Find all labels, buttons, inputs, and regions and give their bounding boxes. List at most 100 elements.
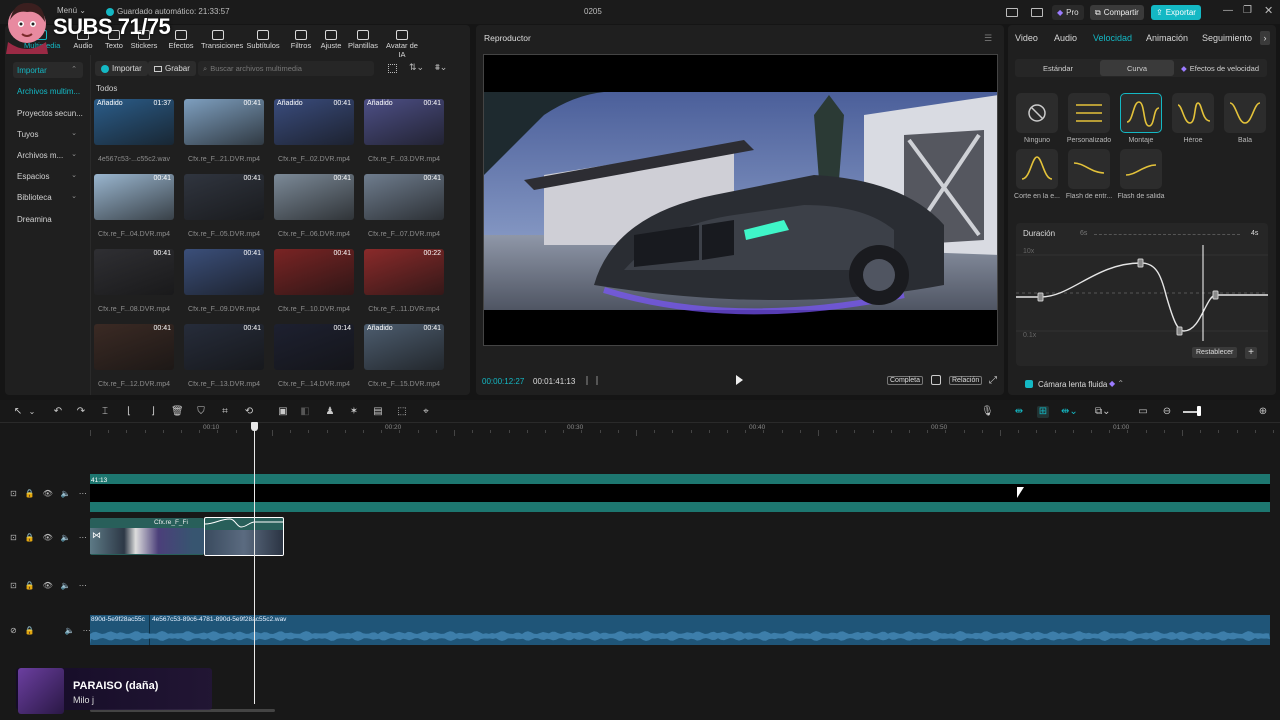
undo-icon[interactable]: ↶ — [52, 406, 64, 418]
sort-icon[interactable]: ⇅⌄ — [409, 62, 424, 73]
speed-icon[interactable]: ⟲ — [243, 406, 255, 418]
media-item[interactable]: 00:14 — [274, 324, 354, 370]
captions-toggle-icon[interactable]: ▭ — [1137, 406, 1149, 418]
redo-icon[interactable]: ↷ — [75, 406, 87, 418]
preview-axis-icon[interactable]: ⧉⌄ — [1095, 406, 1111, 418]
sidebar-item-0[interactable]: Importar ⌃ — [13, 62, 83, 78]
preset-7[interactable] — [1120, 149, 1162, 189]
microphone-icon[interactable]: 🎙 — [981, 406, 994, 418]
chevron-down-icon[interactable]: ⌄ — [26, 406, 38, 418]
more-icon[interactable]: ⋯ — [79, 581, 87, 590]
player-menu-icon[interactable]: ☰ — [984, 33, 992, 44]
zoom-slider-handle[interactable] — [1197, 406, 1201, 416]
toolbar-item-6[interactable]: Subtítulos — [246, 28, 280, 50]
ratio-button[interactable]: Relación — [949, 376, 983, 385]
media-item[interactable]: 00:41 — [274, 174, 354, 220]
media-item[interactable]: 00:41 — [184, 174, 264, 220]
sidebar-item-3[interactable]: Tuyos ⌄ — [13, 126, 83, 142]
track-toggle-icon[interactable]: ⊡ — [10, 533, 17, 542]
speed-curve-graph[interactable] — [1016, 245, 1268, 341]
media-item[interactable]: 00:22 — [364, 249, 444, 295]
more-icon[interactable]: ⋯ — [79, 489, 87, 498]
tab-4[interactable]: Seguimiento — [1202, 33, 1252, 43]
media-item[interactable]: 00:41 — [274, 249, 354, 295]
volume-icon[interactable]: 🔈 — [61, 581, 71, 590]
sidebar-item-1[interactable]: Archivos multim... — [13, 83, 83, 99]
smooth-slowmo-checkbox[interactable] — [1025, 380, 1033, 388]
video-preview[interactable] — [483, 54, 998, 346]
shortcuts-icon[interactable] — [1031, 8, 1043, 17]
tabs-more-icon[interactable]: › — [1260, 31, 1270, 45]
media-item[interactable]: 00:41 — [184, 99, 264, 145]
add-point-button[interactable]: + — [1245, 347, 1257, 359]
tab-1[interactable]: Audio — [1054, 33, 1077, 43]
magic-icon[interactable]: ✶ — [348, 406, 360, 418]
media-item[interactable]: Añadido 00:41 — [274, 99, 354, 145]
tab-0[interactable]: Video — [1015, 33, 1038, 43]
filter-icon[interactable]: ⩩⌄ — [435, 62, 447, 73]
subtab-1[interactable]: Curva — [1100, 60, 1174, 76]
caption-icon[interactable]: ▤ — [372, 406, 384, 418]
full-quality-button[interactable]: Completa — [887, 376, 923, 385]
eye-icon[interactable]: 👁 — [43, 581, 53, 590]
media-item[interactable]: 00:41 — [94, 324, 174, 370]
overlay-clip[interactable]: 41:13 — [90, 474, 1270, 512]
zoom-in-icon[interactable]: ⊕ — [1257, 406, 1269, 418]
toolbar-item-9[interactable]: Plantillas — [346, 28, 380, 50]
reverse-icon[interactable]: ◧ — [299, 406, 311, 418]
export-frame-icon[interactable]: ⬚ — [396, 406, 408, 418]
shield-icon[interactable]: ⛉ — [195, 406, 207, 418]
stabilize-icon[interactable]: ⌖ — [420, 406, 432, 418]
media-item[interactable]: 00:41 — [94, 249, 174, 295]
split-icon[interactable]: ⌶ — [99, 406, 111, 418]
close-icon[interactable]: ✕ — [1264, 4, 1273, 17]
duration-slider[interactable] — [1094, 234, 1240, 235]
media-item[interactable]: Añadido 00:41 — [364, 99, 444, 145]
lock-icon[interactable]: 🔒 — [25, 533, 35, 542]
sidebar-item-7[interactable]: Dreamina — [13, 211, 83, 227]
sidebar-item-2[interactable]: Proyectos secun... — [13, 105, 83, 121]
media-item[interactable]: 00:41 — [184, 324, 264, 370]
magnet-icon[interactable]: ⊞ — [1037, 406, 1049, 418]
play-button[interactable] — [736, 375, 743, 385]
subtab-2[interactable]: ◆ Efectos de velocidad — [1174, 60, 1266, 76]
zoom-out-icon[interactable]: ⊖ — [1161, 406, 1173, 418]
track-toggle-icon[interactable]: ⊡ — [10, 489, 17, 498]
sidebar-item-6[interactable]: Biblioteca ⌄ — [13, 189, 83, 205]
media-item[interactable]: Añadido 00:41 — [364, 324, 444, 370]
more-icon[interactable]: ⋯ — [79, 533, 87, 542]
preset-2[interactable] — [1120, 93, 1162, 133]
crop-icon[interactable] — [931, 375, 941, 385]
eye-icon[interactable]: 👁 — [43, 489, 53, 498]
volume-icon[interactable]: 🔈 — [61, 533, 71, 542]
eye-icon[interactable]: 👁 — [43, 533, 53, 542]
delete-icon[interactable]: 🗑 — [171, 406, 184, 418]
link-main-track-icon[interactable]: ⇹ — [1013, 406, 1025, 418]
toolbar-item-7[interactable]: Filtros — [284, 28, 318, 50]
layout-icon[interactable] — [1006, 8, 1018, 17]
toolbar-item-8[interactable]: Ajuste — [314, 28, 348, 50]
minimize-icon[interactable]: — — [1223, 5, 1233, 16]
split-right-icon[interactable]: ⌋ — [147, 406, 159, 418]
export-button[interactable]: ⇪ Exportar — [1151, 5, 1201, 20]
fullscreen-icon[interactable]: ⤢ — [989, 375, 997, 386]
tab-2[interactable]: Velocidad — [1093, 33, 1132, 43]
pro-button[interactable]: ◆ Pro — [1052, 5, 1084, 20]
freeze-icon[interactable]: ▣ — [277, 406, 289, 418]
preset-5[interactable] — [1016, 149, 1058, 189]
preset-3[interactable] — [1172, 93, 1214, 133]
search-input[interactable]: ⌕ Buscar archivos multimedia — [198, 61, 374, 76]
cutout-icon[interactable]: ♟ — [324, 406, 336, 418]
maximize-icon[interactable]: ❐ — [1243, 5, 1252, 16]
selected-clip[interactable] — [204, 517, 284, 556]
crop-icon[interactable]: ⌗ — [219, 406, 231, 418]
preset-6[interactable] — [1068, 149, 1110, 189]
playhead[interactable] — [251, 422, 258, 704]
timeline-ruler[interactable]: 00:10 00:20 00:30 00:40 00:50 01:00 — [90, 422, 1274, 436]
split-left-icon[interactable]: ⌊ — [123, 406, 135, 418]
audio-clip[interactable]: 890d-5e9f28ac55c 4e567c53-89c6-4781-890d… — [90, 615, 1270, 645]
tab-3[interactable]: Animación — [1146, 33, 1188, 43]
sidebar-item-4[interactable]: Archivos m... ⌄ — [13, 147, 83, 163]
share-button[interactable]: ⧉ Compartir — [1090, 5, 1144, 20]
preset-4[interactable] — [1224, 93, 1266, 133]
